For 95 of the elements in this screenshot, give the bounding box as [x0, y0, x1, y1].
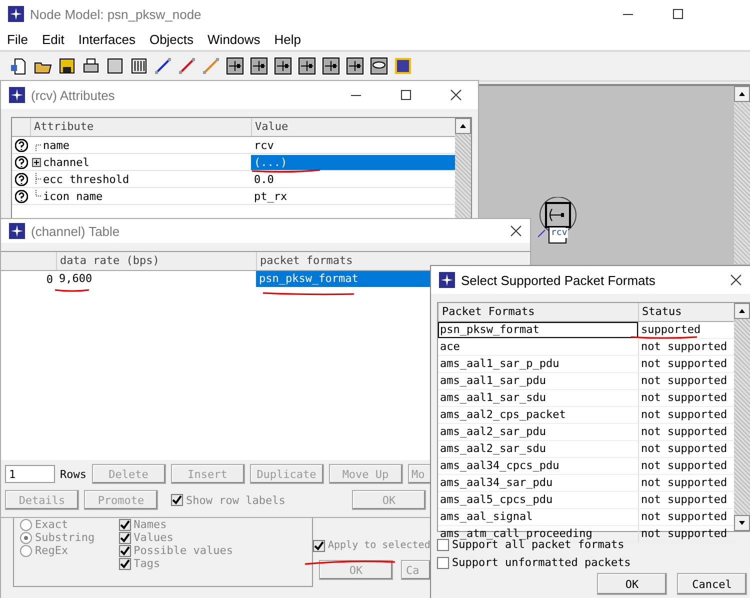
radio-label: Exact	[35, 518, 68, 531]
checkbox-label: Names	[134, 518, 167, 531]
node-icon[interactable]	[274, 57, 292, 75]
row-count-field[interactable]: 1	[5, 465, 55, 483]
table-cell[interactable]: 9,600	[56, 271, 256, 287]
radio-label: Substring	[35, 531, 95, 544]
attribute-value[interactable]: 0.0	[251, 172, 455, 186]
packet-format[interactable]: ams_aal34_sar_pdu	[438, 475, 638, 491]
menu-item[interactable]: Interfaces	[71, 32, 142, 46]
packet-format[interactable]: ams_aal2_sar_pdu	[438, 424, 638, 440]
help-icon[interactable]	[14, 190, 28, 202]
menu-item[interactable]: Objects	[142, 32, 201, 46]
node-icon[interactable]	[226, 57, 244, 75]
underline-mark	[54, 289, 90, 292]
checkbox-label: Tags	[134, 557, 160, 570]
checkbox-label: Show row labels	[186, 494, 286, 506]
radio-label: RegEx	[35, 544, 68, 557]
packet-format[interactable]: ams_aal2_cps_packet	[438, 407, 638, 423]
cancel-button[interactable]: Cancel	[677, 573, 747, 595]
ok-button[interactable]: OK	[597, 573, 667, 595]
column-header[interactable]: Attribute	[30, 118, 251, 136]
menu-item[interactable]: Help	[267, 32, 308, 46]
grid-icon[interactable]	[130, 57, 148, 75]
radio-button[interactable]	[20, 518, 32, 530]
radio-button[interactable]	[20, 544, 32, 556]
attribute-name: channel	[43, 156, 90, 168]
window-title: (rcv) Attributes	[31, 88, 115, 102]
print-icon[interactable]	[82, 57, 100, 75]
attribute-name: icon name	[43, 190, 103, 202]
app-logo-icon	[9, 223, 25, 239]
attribute-value[interactable]: (...)	[251, 154, 455, 170]
maximize-icon[interactable]	[672, 8, 684, 20]
menu-item[interactable]: File	[0, 32, 35, 46]
window-title: (channel) Table	[31, 224, 120, 238]
checkbox-label: Support all packet formats	[452, 538, 624, 551]
save-icon[interactable]	[58, 57, 76, 75]
scrollbar[interactable]	[734, 303, 750, 531]
square-icon[interactable]	[106, 57, 124, 75]
arrow-icon[interactable]	[178, 57, 196, 75]
checkbox[interactable]	[118, 518, 131, 530]
packet-format[interactable]: ams_aal2_sar_sdu	[438, 441, 638, 457]
checkbox[interactable]	[118, 558, 131, 570]
checkbox-label: Possible values	[134, 544, 233, 557]
packet-format[interactable]: ams_aal34_cpcs_pdu	[438, 458, 638, 474]
chip-icon[interactable]	[394, 57, 412, 75]
menu-item[interactable]: Windows	[200, 32, 268, 46]
arrow-icon[interactable]	[154, 57, 172, 75]
packet-format[interactable]: psn_pksw_format	[438, 322, 638, 338]
checkbox-label: Support unformatted packets	[452, 556, 631, 569]
menu-item[interactable]: Edit	[34, 32, 72, 46]
attribute-value[interactable]: pt_rx	[251, 188, 455, 204]
packet-format[interactable]: ams_aal1_sar_p_pdu	[438, 356, 638, 372]
scrollbar[interactable]	[455, 118, 471, 218]
maximize-icon[interactable]	[400, 89, 412, 101]
app-logo-icon	[439, 272, 455, 288]
node-icon[interactable]	[322, 57, 340, 75]
app-logo-icon	[9, 87, 25, 103]
help-icon[interactable]	[14, 156, 28, 168]
attribute-name: ecc threshold	[43, 172, 130, 186]
node-icon[interactable]	[298, 57, 316, 75]
packet-format[interactable]: ams_aal5_cpcs_pdu	[438, 492, 638, 508]
checkbox-label: Values	[134, 531, 174, 544]
rows-label: Rows	[60, 468, 86, 480]
checkbox[interactable]	[118, 544, 131, 556]
node-label: rcv	[550, 228, 568, 238]
radio-button[interactable]	[20, 532, 32, 544]
packet-format[interactable]: ams_aal_signal	[438, 509, 638, 525]
packet-format[interactable]: ace	[438, 339, 638, 355]
column-header[interactable]: data rate (bps)	[56, 252, 256, 270]
expand-icon[interactable]	[32, 156, 41, 168]
close-icon[interactable]	[450, 89, 462, 101]
node-icon[interactable]	[346, 57, 364, 75]
help-icon[interactable]	[14, 172, 28, 186]
packet-format[interactable]: ams_aal1_sar_sdu	[438, 390, 638, 406]
checkbox[interactable]	[437, 538, 449, 550]
node-icon[interactable]	[250, 57, 268, 75]
new-file-icon[interactable]	[10, 57, 28, 75]
help-icon[interactable]	[14, 138, 28, 152]
app-logo-icon	[8, 6, 24, 22]
row-label: 0	[45, 272, 54, 286]
attribute-value[interactable]: rcv	[251, 138, 455, 152]
underline-mark	[252, 169, 320, 173]
checkbox[interactable]	[118, 532, 131, 544]
checkbox[interactable]	[437, 556, 449, 568]
close-icon[interactable]	[730, 274, 742, 286]
underline-mark	[630, 336, 698, 339]
close-icon[interactable]	[510, 225, 522, 237]
attribute-name: name	[43, 138, 70, 152]
checkbox[interactable]	[313, 540, 325, 552]
window-title: Node Model: psn_pksw_node	[30, 6, 202, 22]
packet-format[interactable]: ams_aal1_sar_pdu	[438, 373, 638, 389]
checkbox[interactable]	[171, 494, 183, 506]
column-header[interactable]: Packet Formats	[438, 303, 638, 321]
scrollbar[interactable]	[734, 86, 750, 264]
checkbox-label: Apply to selected	[328, 540, 430, 551]
